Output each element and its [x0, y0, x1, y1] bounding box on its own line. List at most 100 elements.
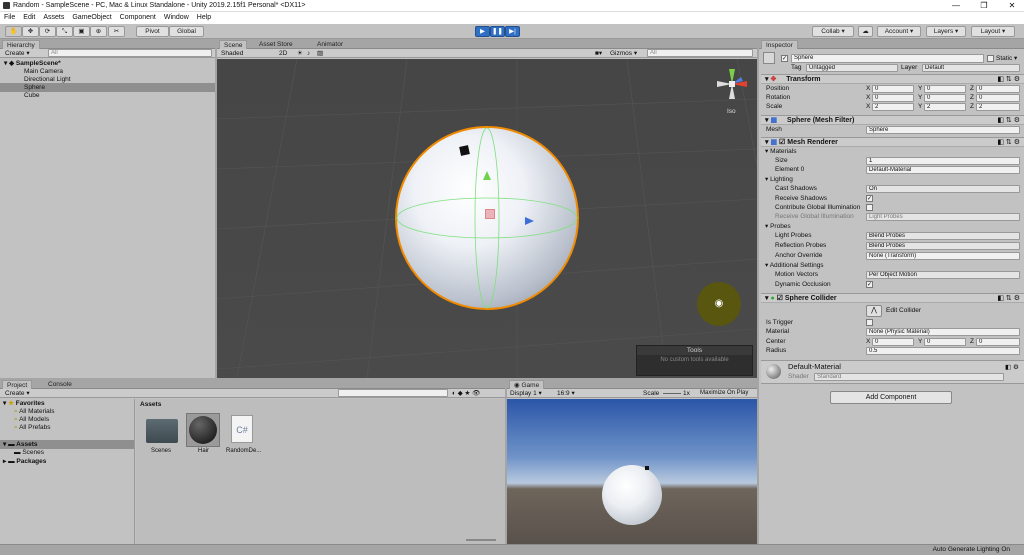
- maximize-on-play-toggle[interactable]: Maximize On Play: [700, 389, 748, 398]
- materials-section[interactable]: ▾ Materials: [761, 147, 1024, 156]
- mesh-field[interactable]: Sphere: [866, 126, 1020, 134]
- project-search-input[interactable]: [338, 389, 448, 397]
- camera-icon[interactable]: ■▾: [595, 49, 602, 58]
- add-component-button[interactable]: Add Component: [830, 391, 952, 404]
- hierarchy-item-cube[interactable]: Cube: [24, 91, 40, 100]
- move-handle-y-icon[interactable]: [483, 171, 491, 180]
- minimize-icon[interactable]: —: [944, 0, 968, 12]
- tab-scene[interactable]: Scene: [219, 40, 248, 49]
- mesh-renderer-header[interactable]: ▾ ▦ ☑ Mesh Renderer ◧ ⇅ ⚙: [761, 137, 1024, 147]
- collab-button[interactable]: Collab ▾: [812, 26, 854, 37]
- position-x-field[interactable]: 0: [872, 85, 914, 93]
- scene-search-input[interactable]: All: [647, 49, 753, 57]
- maximize-icon[interactable]: ❐: [972, 0, 996, 12]
- object-name-input[interactable]: Sphere: [791, 54, 984, 63]
- menu-assets[interactable]: Assets: [39, 12, 68, 24]
- edit-collider-button[interactable]: ⋀: [866, 305, 882, 317]
- static-checkbox[interactable]: [987, 55, 994, 62]
- collider-material-field[interactable]: None (Physic Material): [866, 328, 1020, 336]
- rotation-x-field[interactable]: 0: [872, 94, 914, 102]
- receive-shadows-checkbox[interactable]: ✓: [866, 195, 873, 202]
- sphere-collider-header[interactable]: ▾ ● ☑ Sphere Collider ◧ ⇅ ⚙: [761, 293, 1024, 303]
- shader-dropdown[interactable]: Standard: [814, 373, 1004, 381]
- hand-tool-icon[interactable]: ✋: [5, 26, 22, 37]
- cube-object[interactable]: [459, 145, 470, 156]
- probes-section[interactable]: ▾ Probes: [761, 222, 1024, 231]
- tab-asset-store[interactable]: Asset Store: [255, 40, 297, 49]
- settings-icon[interactable]: ◧ ⇅ ⚙: [997, 294, 1020, 303]
- effects-toggle-icon[interactable]: ▨: [317, 49, 323, 58]
- position-y-field[interactable]: 0: [924, 85, 966, 93]
- transform-header[interactable]: ▾ ✥ Transform ◧ ⇅ ⚙: [761, 74, 1024, 84]
- additional-settings-section[interactable]: ▾ Additional Settings: [761, 261, 1024, 270]
- tag-dropdown[interactable]: Untagged: [806, 64, 898, 72]
- custom-tool-icon[interactable]: ✂: [108, 26, 125, 37]
- eye-gizmo-icon[interactable]: ◉: [697, 282, 741, 326]
- scene-viewport[interactable]: Iso ◉ Tools No custom tools available: [217, 59, 757, 378]
- pivot-button[interactable]: Pivot: [136, 26, 169, 37]
- tab-console[interactable]: Console: [44, 380, 76, 389]
- global-button[interactable]: Global: [169, 26, 204, 37]
- dynamic-occlusion-checkbox[interactable]: ✓: [866, 281, 873, 288]
- account-button[interactable]: Account ▾: [877, 26, 921, 37]
- tab-animator[interactable]: Animator: [313, 40, 347, 49]
- 2d-toggle[interactable]: 2D: [279, 49, 287, 58]
- anchor-override-field[interactable]: None (Transform): [866, 252, 1020, 260]
- settings-icon[interactable]: ◧ ⇅ ⚙: [997, 138, 1020, 147]
- move-handle-x-icon[interactable]: [525, 217, 534, 225]
- tab-game[interactable]: ◉ Game: [509, 380, 545, 389]
- menu-window[interactable]: Window: [160, 12, 193, 24]
- menu-component[interactable]: Component: [116, 12, 160, 24]
- tab-project[interactable]: Project: [2, 380, 33, 389]
- is-trigger-checkbox[interactable]: [866, 319, 873, 326]
- csharp-script-icon[interactable]: C#: [231, 415, 253, 443]
- layout-button[interactable]: Layout ▾: [971, 26, 1015, 37]
- menu-edit[interactable]: Edit: [19, 12, 39, 24]
- static-dropdown[interactable]: Static ▾: [996, 54, 1017, 63]
- scale-x-field[interactable]: 2: [872, 103, 914, 111]
- scale-tool-icon[interactable]: ⤡: [56, 26, 73, 37]
- scale-y-field[interactable]: 2: [924, 103, 966, 111]
- transform-tool-icon[interactable]: ⊕: [90, 26, 107, 37]
- radius-field[interactable]: 0.5: [866, 347, 1020, 355]
- tab-inspector[interactable]: Inspector: [761, 40, 798, 49]
- rotation-y-field[interactable]: 0: [924, 94, 966, 102]
- lighting-toggle-icon[interactable]: ☀: [297, 49, 303, 58]
- scale-slider[interactable]: [663, 393, 681, 394]
- scenes-folder-icon[interactable]: [146, 419, 178, 443]
- step-button[interactable]: ▶|: [505, 26, 520, 37]
- rotate-tool-icon[interactable]: ⟳: [39, 26, 56, 37]
- cloud-icon[interactable]: ☁: [858, 26, 873, 37]
- object-active-checkbox[interactable]: ✓: [781, 55, 788, 62]
- move-tool-icon[interactable]: ✥: [22, 26, 39, 37]
- cast-shadows-dropdown[interactable]: On: [866, 185, 1020, 193]
- hierarchy-search-input[interactable]: All: [48, 49, 212, 57]
- layers-button[interactable]: Layers ▾: [926, 26, 966, 37]
- enabled-checkbox-icon[interactable]: ☑: [777, 295, 783, 302]
- menu-help[interactable]: Help: [193, 12, 215, 24]
- menu-gameobject[interactable]: GameObject: [68, 12, 115, 24]
- reflection-probes-dropdown[interactable]: Blend Probes: [866, 242, 1020, 250]
- position-z-field[interactable]: 0: [976, 85, 1020, 93]
- project-filter-icons[interactable]: ◐ ◆ ★ 👁: [452, 389, 480, 398]
- motion-vectors-dropdown[interactable]: Per Object Motion: [866, 271, 1020, 279]
- tab-hierarchy[interactable]: Hierarchy: [2, 40, 40, 49]
- light-probes-dropdown[interactable]: Blend Probes: [866, 232, 1020, 240]
- size-field[interactable]: 1: [866, 157, 1020, 165]
- enabled-checkbox-icon[interactable]: ☑: [779, 139, 785, 146]
- orientation-gizmo[interactable]: [715, 67, 749, 101]
- settings-icon[interactable]: ◧ ⇅ ⚙: [997, 116, 1020, 125]
- center-z-field[interactable]: 0: [976, 338, 1020, 346]
- material-settings-icon[interactable]: ◧ ⚙: [1005, 363, 1019, 372]
- pause-button[interactable]: ❚❚: [490, 26, 505, 37]
- rect-tool-icon[interactable]: ▣: [73, 26, 90, 37]
- center-y-field[interactable]: 0: [924, 338, 966, 346]
- gizmos-dropdown[interactable]: Gizmos ▾: [610, 49, 637, 58]
- rotation-z-field[interactable]: 0: [976, 94, 1020, 102]
- favorite-all-prefabs[interactable]: ⌕ All Prefabs: [14, 423, 51, 432]
- play-button[interactable]: ▶: [475, 26, 490, 37]
- layer-dropdown[interactable]: Default: [922, 64, 1020, 72]
- hair-material-icon[interactable]: [186, 413, 220, 447]
- mesh-filter-header[interactable]: ▾ ▦ Sphere (Mesh Filter) ◧ ⇅ ⚙: [761, 115, 1024, 125]
- menu-file[interactable]: File: [0, 12, 19, 24]
